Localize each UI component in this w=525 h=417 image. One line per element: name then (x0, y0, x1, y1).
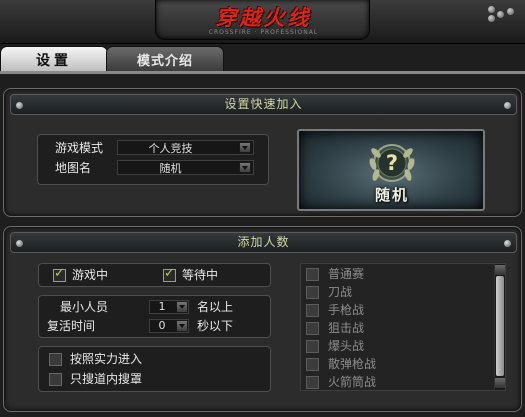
min-players-stepper[interactable]: 1 (149, 300, 189, 314)
list-item[interactable]: 火箭筒战 (306, 374, 486, 391)
mode-checkbox[interactable] (306, 358, 319, 371)
logo-subtitle: CROSSFIRE · PROFESSIONAL (208, 29, 319, 36)
map-select[interactable]: 随机 (117, 160, 254, 175)
chevron-down-icon[interactable] (176, 301, 188, 313)
random-button-label: 随机 (374, 186, 409, 204)
player-limits-box: 最小人员 1 名以上 复活时间 0 秒以下 (38, 295, 271, 338)
in-game-label: 游戏中 (72, 268, 109, 282)
tab-settings[interactable]: 设置 (0, 46, 108, 72)
mode-list-scrollbar[interactable] (494, 264, 505, 390)
quick-join-header: 设置快速加入 (10, 94, 517, 115)
chevron-down-icon[interactable] (239, 162, 251, 173)
list-item[interactable]: 刀战 (306, 284, 486, 301)
quick-join-panel: 设置快速加入 游戏模式 个人竞技 地图名 随机 ? 随机 (3, 88, 522, 217)
add-players-header: 添加人数 (10, 232, 517, 253)
list-item[interactable]: 狙击战 (306, 320, 486, 337)
mode-checkbox[interactable] (306, 304, 319, 317)
mode-label: 火箭筒战 (328, 375, 377, 389)
scroll-up-icon[interactable] (495, 265, 505, 275)
min-players-value: 1 (158, 300, 166, 313)
respawn-stepper[interactable]: 0 (149, 319, 189, 333)
min-players-suffix: 名以上 (197, 300, 234, 314)
scroll-down-icon[interactable] (495, 378, 505, 388)
list-item[interactable]: 手枪战 (306, 302, 486, 319)
respawn-label: 复活时间 (47, 319, 96, 333)
mode-checkbox[interactable] (306, 322, 319, 335)
quick-join-options: 游戏模式 个人竞技 地图名 随机 (37, 134, 269, 185)
respawn-value: 0 (158, 319, 166, 332)
chevron-down-icon[interactable] (176, 320, 188, 332)
game-mode-select[interactable]: 个人竞技 (117, 140, 254, 155)
logo-text: 穿越火线 (215, 5, 312, 30)
mode-checkbox[interactable] (306, 340, 319, 353)
mode-list: 普通赛 刀战 手枪战 狙击战 爆头战 散弹枪战 火箭筒战 (300, 263, 506, 391)
map-value: 随机 (159, 162, 182, 175)
game-mode-label: 游戏模式 (55, 141, 104, 155)
add-players-title: 添加人数 (237, 235, 290, 249)
random-join-button[interactable]: ? 随机 (297, 129, 485, 211)
chevron-down-icon[interactable] (239, 142, 251, 153)
tab-divider (0, 71, 525, 74)
quick-join-title: 设置快速加入 (224, 97, 303, 111)
mode-checkbox[interactable] (306, 376, 319, 389)
skill-match-checkbox[interactable] (49, 353, 62, 366)
list-item[interactable]: 爆头战 (306, 338, 486, 355)
list-item[interactable]: 散弹枪战 (306, 356, 486, 373)
add-players-panel: 添加人数 游戏中 等待中 最小人员 1 名以上 复活时间 0 秒以下 按照实力进… (3, 226, 522, 412)
map-label: 地图名 (55, 161, 92, 175)
game-mode-value: 个人竞技 (148, 142, 193, 155)
tab-mode-intro[interactable]: 模式介绍 (106, 46, 224, 72)
mode-label: 散弹枪战 (328, 357, 377, 371)
waiting-label: 等待中 (182, 268, 219, 282)
mode-label: 普通赛 (328, 267, 365, 281)
mode-label: 狙击战 (328, 321, 365, 335)
mode-label: 手枪战 (328, 303, 365, 317)
in-game-checkbox[interactable] (53, 266, 66, 282)
mode-checkbox[interactable] (306, 268, 319, 281)
channel-search-checkbox[interactable] (49, 373, 62, 386)
waiting-checkbox[interactable] (163, 266, 176, 282)
scrollbar-thumb[interactable] (496, 276, 504, 376)
channel-search-label: 只搜道内搜罩 (70, 372, 143, 386)
mode-label: 刀战 (328, 285, 353, 299)
skill-match-label: 按照实力进入 (70, 352, 143, 366)
list-item[interactable]: 普通赛 (306, 266, 486, 283)
min-players-label: 最小人员 (60, 300, 109, 314)
crossfire-logo: 穿越火线 CROSSFIRE · PROFESSIONAL (155, 0, 370, 40)
corner-ornament-icon (482, 6, 518, 22)
extra-options-box: 按照实力进入 只搜道内搜罩 (38, 346, 271, 392)
mode-label: 爆头战 (328, 339, 365, 353)
mode-checkbox[interactable] (306, 286, 319, 299)
svg-text:?: ? (386, 151, 398, 175)
status-filter-box: 游戏中 等待中 (38, 263, 271, 287)
respawn-suffix: 秒以下 (197, 319, 234, 333)
